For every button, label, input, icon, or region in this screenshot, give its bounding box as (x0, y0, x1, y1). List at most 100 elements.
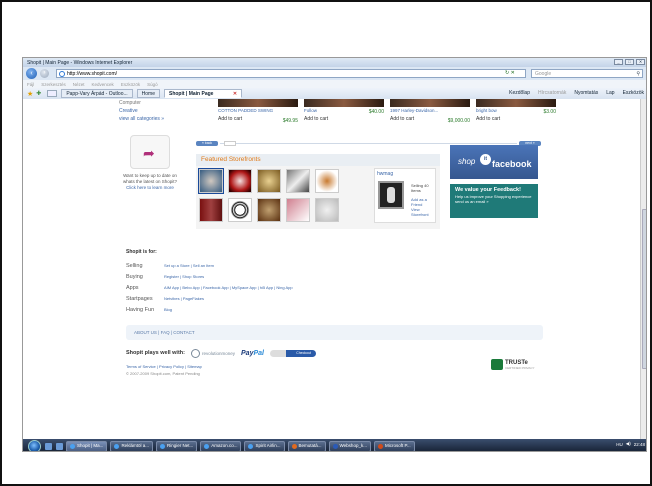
add-favorites-icon[interactable]: ✚ (36, 90, 41, 97)
quick-tabs-icon[interactable] (47, 90, 58, 97)
search-input[interactable]: Google ⚲ (531, 69, 643, 78)
storefront-thumbnails (198, 168, 349, 222)
storefront-thumb[interactable] (286, 198, 310, 222)
refresh-icon[interactable]: ↻ ✕ (505, 70, 515, 76)
fb-banner-it: it (480, 154, 491, 165)
footer-row-links[interactable]: Set up a Store | Sell an Item (164, 263, 214, 268)
forward-icon[interactable]: › (40, 69, 49, 78)
add-to-cart-link[interactable]: Add to cart (476, 116, 556, 122)
print-command[interactable]: Nyomtatás (574, 89, 598, 98)
pager-back-button[interactable]: « back (196, 141, 218, 146)
maximize-button[interactable]: □ (625, 59, 634, 65)
google-checkout-logo[interactable]: Checkout (270, 349, 316, 357)
storefront-thumb[interactable] (257, 169, 281, 193)
category-creative[interactable]: Creative (119, 107, 164, 115)
volume-icon[interactable]: ◀) (626, 441, 631, 447)
home-command[interactable]: Kezdőlap (509, 89, 530, 98)
store-name-link[interactable]: hwmag (377, 171, 433, 177)
product-name[interactable]: 1997 Harley-Davidson... (390, 108, 470, 113)
add-to-cart-link[interactable]: Add to cart (304, 116, 384, 122)
taskbar-button[interactable]: Microsoft P... (373, 440, 415, 451)
page-command[interactable]: Lap (606, 89, 614, 98)
menu-view[interactable]: Nézet (73, 82, 85, 87)
feedback-banner[interactable]: We value your Feedback! Help us improve … (450, 184, 538, 218)
menu-help[interactable]: Súgó (147, 82, 158, 87)
taskbar-button-label: Microsoft P... (384, 443, 411, 448)
taskbar-button[interactable]: Shopit | Ma... (66, 440, 108, 451)
product-image[interactable] (476, 99, 556, 107)
tools-command[interactable]: Eszközök (623, 89, 644, 98)
start-button[interactable] (28, 439, 41, 451)
minimize-button[interactable]: _ (614, 59, 623, 65)
language-indicator[interactable]: HU (616, 442, 623, 447)
taskbar-button[interactable]: Amazon.co... (200, 440, 242, 451)
search-icon[interactable]: ⚲ (636, 70, 640, 78)
product-card[interactable]: COTTON PADDED SWING Add to cart $49.95 (218, 99, 298, 129)
storefront-thumb[interactable] (286, 169, 310, 193)
product-image[interactable] (304, 99, 384, 107)
add-friend-link[interactable]: Add as a Friend (411, 197, 435, 207)
back-icon[interactable]: ‹ (26, 68, 37, 79)
taskbar-button[interactable]: Webshop_k... (328, 440, 371, 451)
close-button[interactable]: ✕ (636, 59, 645, 65)
footer-row-links[interactable]: Blog (164, 307, 172, 312)
share-text: Want to keep up to date on whats the lat… (122, 173, 178, 184)
menu-edit[interactable]: Szerkesztés (41, 82, 66, 87)
revolutionmoney-text: revolutionmoney (201, 350, 236, 356)
taskbar-button[interactable]: Bemutatá... (287, 440, 326, 451)
storefront-thumb[interactable] (198, 168, 224, 194)
product-image[interactable] (390, 99, 470, 107)
taskbar-button[interactable]: Reklámtöl a... (110, 440, 153, 451)
system-tray: HU ◀) 22:48 (616, 441, 645, 447)
store-actions: Add as a Friend View Storefront (411, 197, 435, 217)
feeds-command[interactable]: Hírcsatornák (538, 89, 566, 98)
product-name[interactable]: COTTON PADDED SWING (218, 108, 298, 113)
product-card[interactable]: Follow $40.00 Add to cart (304, 99, 384, 129)
product-image[interactable] (218, 99, 298, 107)
quicklaunch-icon[interactable] (45, 442, 52, 450)
quicklaunch-icon[interactable] (56, 442, 63, 450)
shopit-facebook-banner[interactable]: shop it facebook (450, 145, 538, 179)
product-card[interactable]: 1997 Harley-Davidson... Add to cart $9,0… (390, 99, 470, 129)
pager-handle[interactable] (224, 141, 236, 146)
clock[interactable]: 22:48 (634, 442, 645, 447)
share-learn-more-link[interactable]: Click here to learn more (119, 185, 181, 190)
storefront-thumb[interactable] (315, 169, 339, 193)
tab-outlook[interactable]: Papp-Vary Árpád - Outloo... (61, 89, 133, 98)
storefront-thumb[interactable] (315, 198, 339, 222)
favorites-star-icon[interactable]: ★ (27, 90, 33, 98)
copyright-text: © 2007-2009 Shopit.com, Patent Pending (126, 371, 200, 376)
footer-row-links[interactable]: AIM App | Bebo App | Facebook App | MySp… (164, 285, 293, 290)
tab-close-icon[interactable]: ✕ (233, 91, 237, 97)
view-storefront-link[interactable]: View Storefront (411, 207, 435, 217)
storefront-thumb[interactable] (228, 198, 252, 222)
taskbar-button[interactable]: Spirit Airlin... (244, 440, 285, 451)
store-avatar[interactable] (378, 181, 404, 209)
share-box[interactable]: ➦ (130, 135, 170, 169)
revolutionmoney-logo[interactable]: revolutionmoney (190, 348, 236, 358)
vertical-scrollbar[interactable] (640, 99, 646, 439)
taskbar-button-label: Webshop_k... (339, 443, 367, 448)
address-field[interactable]: http://www.shopit.com/ (56, 69, 526, 78)
taskbar-button[interactable]: Ringier Net... (155, 440, 198, 451)
view-all-categories-link[interactable]: view all categories » (119, 115, 164, 123)
category-computer[interactable]: Computer (119, 99, 164, 107)
product-card[interactable]: bright bow $3.00 Add to cart (476, 99, 556, 129)
storefront-thumb[interactable] (257, 198, 281, 222)
tab-home[interactable]: Home (136, 89, 160, 98)
menu-favorites[interactable]: Kedvencek (92, 82, 114, 87)
storefront-thumb[interactable] (228, 169, 252, 193)
truste-seal[interactable]: TRUSTe CERTIFIED PRIVACY (491, 359, 535, 370)
scrollbar-thumb[interactable] (642, 209, 646, 369)
about-links-bar[interactable]: ABOUT US | FAQ | CONTACT (126, 325, 543, 340)
storefront-thumb[interactable] (199, 198, 223, 222)
menu-tools[interactable]: Eszközök (121, 82, 140, 87)
footer-row-label: Startpages (126, 295, 153, 302)
paypal-logo[interactable]: PayPal (241, 350, 264, 357)
legal-links[interactable]: Terms of Service | Privacy Policy | Site… (126, 364, 202, 369)
menu-file[interactable]: Fájl (27, 82, 34, 87)
tab-shopit[interactable]: Shopit | Main Page ✕ (163, 89, 243, 98)
footer-row-links[interactable]: Register | Shop Stores (164, 274, 204, 279)
footer-row: Having Fun Blog (126, 304, 546, 315)
footer-row-links[interactable]: Netvibes | PageFlakes (164, 296, 204, 301)
